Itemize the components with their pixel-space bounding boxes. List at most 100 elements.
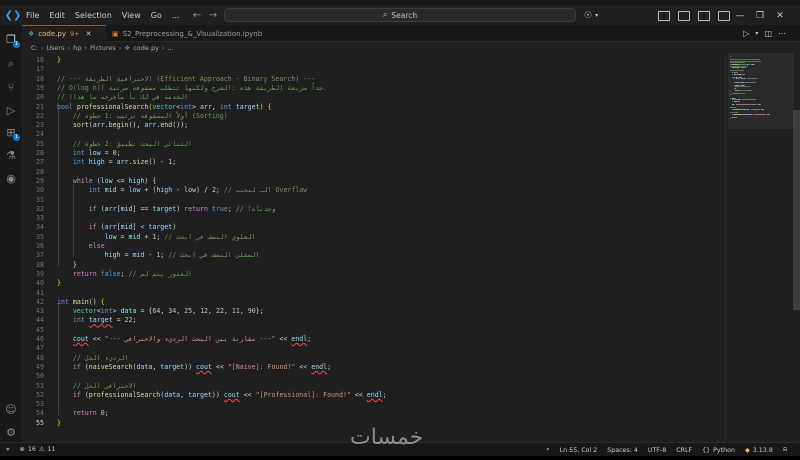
close-window-icon[interactable]: ✕ — [770, 11, 790, 21]
menu-edit[interactable]: Edit — [44, 11, 70, 20]
code-line[interactable]: 18 // --- الاحترافية الطريقة (Efficient A… — [22, 75, 725, 84]
code-line[interactable]: 49 if (naiveSearch(data, target)) cout <… — [22, 363, 725, 372]
account-icon[interactable]: ☺ — [4, 402, 18, 416]
command-center-search[interactable]: ⌕ Search — [224, 8, 576, 22]
split-editor-icon[interactable]: ◫ — [764, 29, 772, 38]
code-line[interactable]: 51 // الاحترافي الحل — [22, 382, 725, 391]
copilot-dropdown-icon[interactable]: ▾ — [595, 12, 598, 19]
run-file-icon[interactable]: ▷ — [743, 29, 749, 38]
code-line[interactable]: 41 — [22, 289, 725, 298]
back-arrow-icon[interactable]: ← — [190, 10, 204, 21]
close-tab-icon[interactable]: ✕ — [86, 30, 92, 38]
menu-view[interactable]: View — [117, 11, 146, 20]
code-line[interactable]: 19 // O(log n)) جداً سريعة الطريقة هذه :ا… — [22, 84, 725, 93]
code-line[interactable]: 29 while (low <= high) { — [22, 177, 725, 186]
tab-notebook[interactable]: ▣ S2_Preprocessing_&_Visualization.ipynb — [106, 25, 262, 42]
restore-icon[interactable]: ❐ — [750, 11, 770, 21]
code-line[interactable]: 21 bool professionalSearch(vector<int> ar… — [22, 103, 725, 112]
toggle-secondary-sidebar-icon[interactable] — [698, 10, 710, 21]
manage-gear-icon[interactable]: ⚙ — [4, 425, 18, 439]
code-line[interactable]: 24 — [22, 130, 725, 139]
code-line[interactable]: 28 — [22, 168, 725, 177]
minimap[interactable] — [725, 53, 800, 442]
code-editor[interactable]: 16} 17 18// --- الاحترافية الطريقة (Effici… — [22, 53, 725, 442]
code-line[interactable]: 53 — [22, 400, 725, 409]
code-line[interactable]: 36 else — [22, 242, 725, 251]
code-line[interactable]: 48 // الرديء الحل — [22, 354, 725, 363]
minimap-token — [741, 86, 751, 88]
python-interpreter[interactable]: ◆ 3.13.8 — [740, 447, 778, 454]
extensions-icon[interactable]: ⊞ 1 — [4, 125, 20, 141]
code-line[interactable]: 43 vector<int> data = {64, 34, 25, 12, 2… — [22, 307, 725, 316]
forward-arrow-icon[interactable]: → — [206, 10, 220, 21]
code-line[interactable]: 34 if (arr[mid] < target) — [22, 223, 725, 232]
search-view-icon[interactable]: ⌕ — [4, 57, 18, 71]
end-of-line[interactable]: CRLF — [671, 447, 697, 454]
line-code: low = mid + 1; // العلوي النصف في ابحث — [57, 233, 256, 242]
code-line[interactable]: 38 } — [22, 261, 725, 270]
code-line[interactable]: 16} — [22, 56, 725, 65]
menu-selection[interactable]: Selection — [70, 11, 117, 20]
code-token: professionalSearch — [88, 390, 161, 399]
language-mode[interactable]: {} Python — [697, 447, 740, 454]
line-number: 50 — [36, 372, 44, 381]
toggle-panel-icon[interactable] — [678, 10, 690, 21]
code-line[interactable]: 27 int high = arr.size() - 1; — [22, 158, 725, 167]
encoding[interactable]: UTF-8 — [643, 447, 671, 454]
toggle-sidebar-icon[interactable] — [658, 10, 670, 21]
code-line[interactable]: 33 — [22, 214, 725, 223]
code-line[interactable]: 32 if (arr[mid] == target) return true; … — [22, 205, 725, 214]
menu-go[interactable]: Go — [146, 11, 167, 20]
code-line[interactable]: 17 — [22, 65, 725, 74]
code-line[interactable]: 46 cout << "--- مقارنة بين البحث الرديء … — [22, 335, 725, 344]
code-line[interactable]: 31 — [22, 196, 725, 205]
testing-icon[interactable]: ⚗ — [4, 148, 18, 162]
menu-file[interactable]: File — [21, 11, 44, 20]
code-line[interactable]: 30 int mid = low + (high - low) / 2; // … — [22, 186, 725, 195]
customize-layout-icon[interactable] — [718, 10, 730, 21]
notifications-bell-icon[interactable]: ⍾ — [778, 446, 792, 454]
breadcrumb-item[interactable]: ... — [168, 44, 174, 52]
code-line[interactable]: 42 int main() { — [22, 298, 725, 307]
code-line[interactable]: 54 return 0; — [22, 409, 725, 418]
more-actions-icon[interactable]: ⋯ — [778, 29, 786, 38]
menu-more[interactable]: ... — [167, 11, 185, 20]
remote-icon[interactable]: ⫧ — [0, 446, 15, 454]
code-line[interactable]: 39 return false; // العثور يتم لم — [22, 270, 725, 279]
github-icon[interactable]: ◉ — [4, 171, 18, 185]
code-line[interactable]: 47 — [22, 344, 725, 353]
vertical-scrollbar[interactable] — [793, 110, 800, 310]
breadcrumb-item[interactable]: Users — [46, 44, 64, 52]
problems-indicator[interactable]: ⊗ 16 ⚠ 11 — [15, 446, 61, 453]
code-line[interactable]: 50 — [22, 372, 725, 381]
code-line[interactable]: 40} — [22, 279, 725, 288]
run-debug-icon[interactable]: ▷ — [4, 103, 18, 117]
code-token: = — [104, 158, 117, 167]
breadcrumb-item[interactable]: Pictures — [90, 44, 116, 52]
copilot-icon[interactable]: ☉ — [584, 11, 592, 21]
source-control-icon[interactable]: ⑂ — [4, 80, 18, 94]
chevron-right-icon: › — [118, 43, 122, 52]
code-line[interactable]: 52 if (professionalSearch(data, target))… — [22, 391, 725, 400]
code-line[interactable]: 44 int target = 22; — [22, 316, 725, 325]
run-dropdown-icon[interactable]: ▾ — [755, 30, 758, 37]
code-line[interactable]: 22 // أولاً المصفوفة ترتيب :1 خطوة (Sort… — [22, 112, 725, 121]
breadcrumb-item[interactable]: C: — [31, 44, 38, 52]
zoom-icon[interactable]: ⌕ — [541, 446, 555, 454]
code-line[interactable]: 25 // الثنائي البحث تطبيق :2 خطوة — [22, 140, 725, 149]
code-token: low — [104, 232, 117, 241]
cursor-position[interactable]: Ln 55, Col 2 — [555, 447, 603, 454]
code-token: high — [88, 158, 105, 167]
breadcrumb-item[interactable]: code.py — [133, 44, 159, 52]
minimize-icon[interactable]: — — [730, 11, 750, 21]
code-line[interactable]: 37 high = mid - 1; // السفلي النصف في اب… — [22, 251, 725, 260]
code-line[interactable]: 45 — [22, 326, 725, 335]
tab-code-py[interactable]: ❖ code.py 9+ ✕ — [22, 25, 106, 42]
code-line[interactable]: 26 int low = 0; — [22, 149, 725, 158]
code-line[interactable]: 20 // !الخدمة في لك نأ مأخرجه ما هذا — [22, 93, 725, 102]
code-line[interactable]: 23 sort(arr.begin(), arr.end()); — [22, 121, 725, 130]
explorer-icon[interactable]: ❐ 1 — [4, 32, 20, 48]
code-line[interactable]: 35 low = mid + 1; // العلوي النصف في ابح… — [22, 233, 725, 242]
indentation[interactable]: Spaces: 4 — [602, 447, 643, 454]
breadcrumb-item[interactable]: hp — [73, 44, 81, 52]
